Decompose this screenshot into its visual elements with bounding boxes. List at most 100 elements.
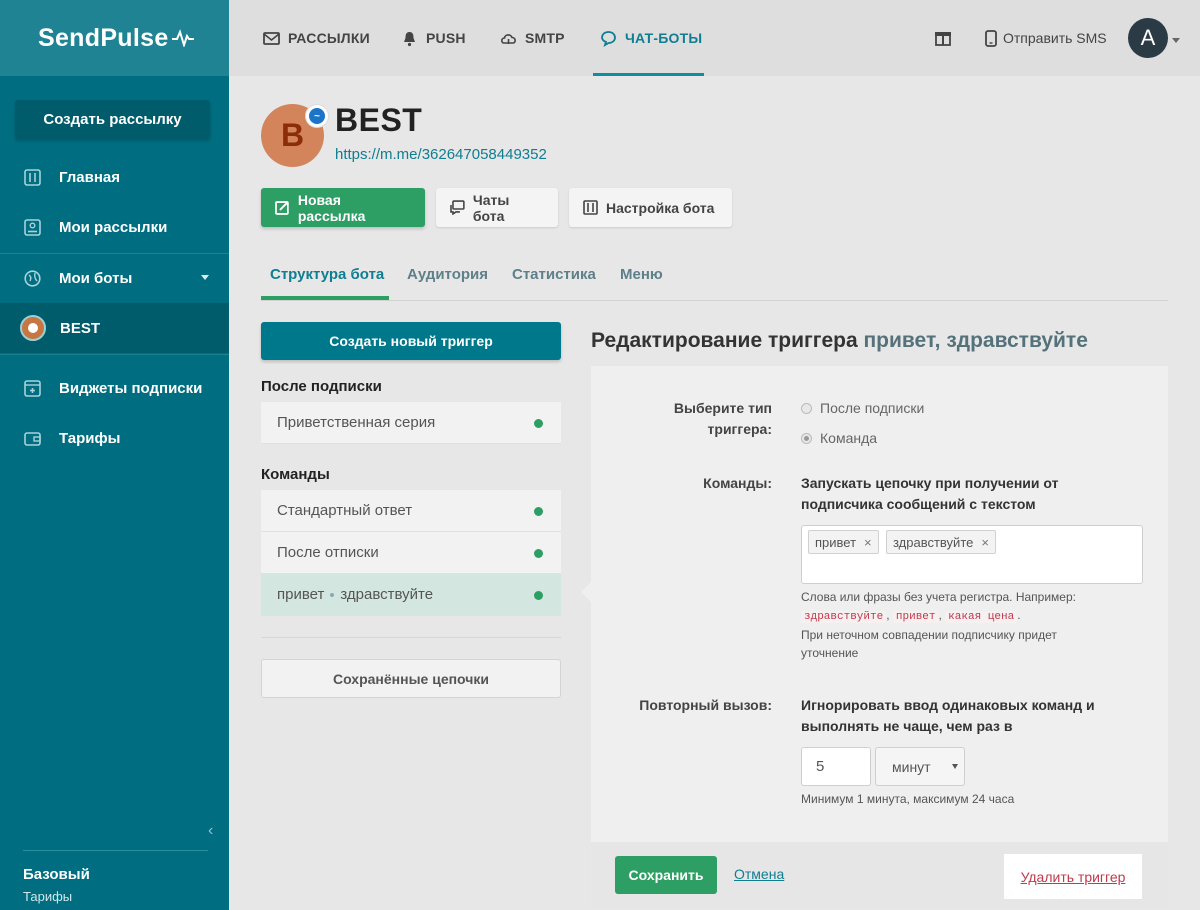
- section-commands: Команды: [261, 466, 330, 483]
- repeat-unit-select[interactable]: минут: [875, 747, 965, 786]
- tab-menu[interactable]: Меню: [620, 266, 663, 283]
- pulse-icon: [171, 29, 194, 47]
- logo-area: SendPulse: [0, 0, 229, 76]
- new-campaign-button[interactable]: Новая рассылка: [261, 188, 425, 227]
- tab-audience[interactable]: Аудитория: [407, 266, 488, 283]
- sidebar-item-home[interactable]: Главная: [0, 152, 229, 202]
- example-code: какая цена: [945, 611, 1018, 623]
- wallet-icon: [24, 430, 41, 447]
- chat-icon: [601, 30, 616, 47]
- example-code: привет: [892, 611, 939, 623]
- bot-url-link[interactable]: https://m.me/362647058449352: [335, 146, 547, 163]
- topnav-smtp[interactable]: SMTP: [500, 0, 565, 76]
- bot-settings-button[interactable]: Настройка бота: [569, 188, 732, 227]
- sidebar-item-label: Главная: [59, 168, 121, 186]
- edit-trigger-title: Редактирование триггера привет, здравств…: [591, 329, 1088, 352]
- topnav-push[interactable]: PUSH: [401, 0, 466, 76]
- close-icon[interactable]: ×: [864, 535, 872, 550]
- trigger-item[interactable]: Стандартный ответ: [261, 490, 561, 532]
- main-content: B ~ BEST https://m.me/362647058449352 Но…: [229, 76, 1200, 910]
- cloud-icon: [501, 33, 516, 44]
- topnav-campaigns[interactable]: РАССЫЛКИ: [263, 0, 370, 76]
- settings-icon: [583, 200, 598, 215]
- cancel-link[interactable]: Отмена: [734, 866, 784, 882]
- send-sms-link[interactable]: Отправить SMS: [985, 0, 1107, 76]
- sidebar-item-campaigns[interactable]: Мои рассылки: [0, 202, 229, 252]
- sendpulse-logo[interactable]: SendPulse: [38, 24, 194, 53]
- edit-icon: [275, 201, 289, 215]
- commands-hint: Слова или фразы без учета регистра. Напр…: [801, 590, 1076, 660]
- repeat-call-label: Повторный вызов:: [639, 697, 772, 713]
- commands-label: Команды:: [703, 475, 772, 491]
- globe-icon: [24, 269, 41, 287]
- top-navigation: РАССЫЛКИ PUSH SMTP ЧАТ-БОТЫ Отправить SM…: [229, 0, 1200, 76]
- bell-icon: [404, 31, 415, 46]
- close-icon[interactable]: ×: [981, 535, 989, 550]
- radio-after-subscribe[interactable]: После подписки: [801, 400, 924, 416]
- sidebar-item-label: Виджеты подписки: [59, 379, 203, 397]
- active-tab-indicator: [261, 296, 389, 300]
- radio-button[interactable]: [801, 402, 812, 414]
- panel-pointer: [581, 582, 591, 602]
- chevron-down-icon[interactable]: [1172, 38, 1180, 43]
- sidebar-item-best-bot[interactable]: BEST: [0, 303, 229, 353]
- tag-chip: здравствуйте ×: [886, 530, 996, 554]
- tab-statistics[interactable]: Статистика: [512, 266, 596, 283]
- radio-command[interactable]: Команда: [801, 430, 877, 446]
- edit-footer: Сохранить Отмена Удалить триггер: [591, 842, 1168, 907]
- envelope-icon: [263, 31, 280, 45]
- create-campaign-button[interactable]: Создать рассылку: [15, 100, 210, 139]
- sidebar-item-label: Мои рассылки: [59, 218, 168, 236]
- sidebar-divider: [0, 354, 229, 355]
- plan-tariffs-link[interactable]: Тарифы: [23, 889, 72, 904]
- trigger-type-label: Выберите тип триггера:: [673, 400, 772, 437]
- status-dot: [534, 591, 543, 600]
- gift-icon[interactable]: [934, 28, 952, 46]
- bot-title: BEST: [335, 102, 423, 138]
- campaigns-icon: [24, 218, 41, 236]
- section-after-subscribe: После подписки: [261, 378, 382, 395]
- save-button[interactable]: Сохранить: [615, 856, 717, 894]
- widget-icon: [24, 379, 41, 397]
- dropdown-caret-icon: [952, 764, 958, 769]
- example-code: здравствуйте: [801, 611, 887, 623]
- chevron-down-icon: [201, 275, 209, 280]
- chats-icon: [450, 200, 465, 215]
- commands-description: Запускать цепочку при получении от подпи…: [801, 475, 1059, 512]
- sidebar-item-label: Мои боты: [59, 269, 133, 287]
- sidebar-item-label: Тарифы: [59, 429, 121, 447]
- sidebar-item-tariffs[interactable]: Тарифы: [0, 413, 229, 463]
- trigger-item-selected[interactable]: привет здравствуйте: [261, 574, 561, 616]
- user-avatar[interactable]: A: [1128, 18, 1168, 58]
- sidebar-item-widgets[interactable]: Виджеты подписки: [0, 363, 229, 413]
- delete-trigger-area: Удалить триггер: [1004, 854, 1142, 899]
- plan-name: Базовый: [23, 866, 90, 883]
- commands-tags-input[interactable]: привет × здравствуйте ×: [801, 525, 1143, 584]
- sidebar: SendPulse Создать рассылку Главная Мои р…: [0, 0, 229, 910]
- sidebar-item-label: BEST: [60, 319, 101, 337]
- phone-icon: [985, 29, 997, 47]
- status-dot: [534, 507, 543, 516]
- plan-divider: [23, 850, 208, 851]
- repeat-call-description: Игнорировать ввод одинаковых команд и вы…: [801, 697, 1095, 734]
- bot-tabs: Структура бота Аудитория Статистика Меню: [261, 246, 1168, 301]
- status-dot: [534, 549, 543, 558]
- delete-trigger-link[interactable]: Удалить триггер: [1021, 869, 1126, 885]
- bot-chats-button[interactable]: Чаты бота: [436, 188, 558, 227]
- repeat-interval-input[interactable]: 5: [801, 747, 871, 786]
- create-trigger-button[interactable]: Создать новый триггер: [261, 322, 561, 360]
- trigger-item[interactable]: После отписки: [261, 532, 561, 574]
- dashboard-icon: [24, 168, 41, 186]
- repeat-hint: Минимум 1 минута, максимум 24 часа: [801, 792, 1015, 806]
- sidebar-item-my-bots[interactable]: Мои боты: [0, 253, 229, 303]
- edit-trigger-panel: Выберите тип триггера: После подписки Ко…: [591, 366, 1168, 842]
- status-dot: [534, 419, 543, 428]
- separator-dot: [330, 592, 335, 597]
- topnav-chatbots[interactable]: ЧАТ-БОТЫ: [600, 0, 702, 76]
- saved-chains-button[interactable]: Сохранённые цепочки: [261, 659, 561, 698]
- radio-button[interactable]: [801, 432, 812, 444]
- tab-bot-structure[interactable]: Структура бота: [270, 266, 384, 283]
- collapse-sidebar-icon[interactable]: ‹: [208, 822, 213, 840]
- trigger-item[interactable]: Приветственная серия: [261, 402, 561, 444]
- list-divider: [261, 637, 561, 638]
